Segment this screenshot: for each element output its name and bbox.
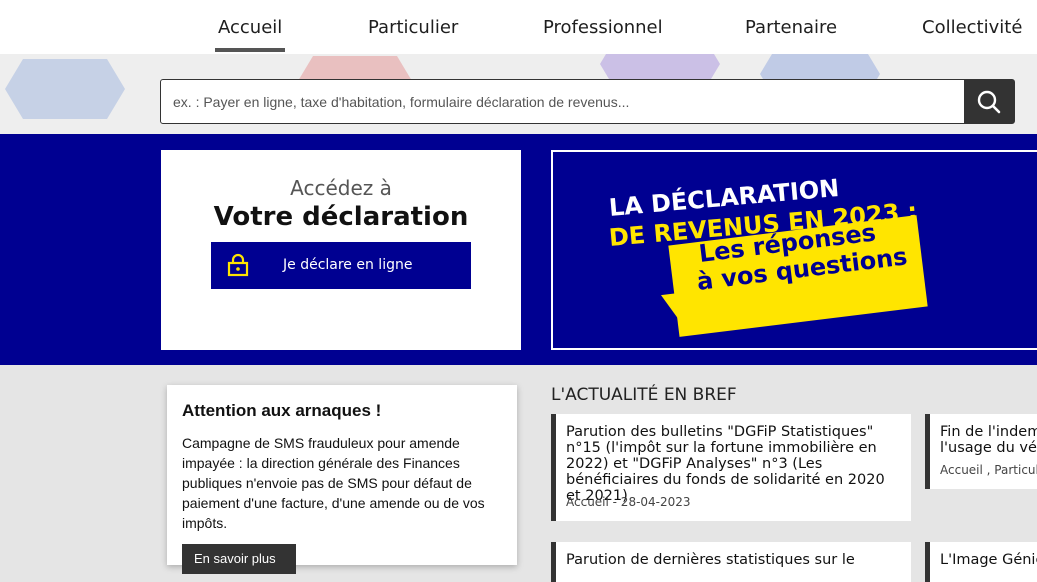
- nav-item-particulier[interactable]: Particulier: [368, 17, 458, 38]
- main-nav: Accueil Particulier Professionnel Parten…: [0, 0, 1037, 54]
- declaration-title: Votre déclaration: [213, 202, 469, 232]
- news-card[interactable]: L'Image Génie: [925, 542, 1037, 582]
- news-title: L'Image Génie: [940, 552, 1037, 568]
- news-card[interactable]: Parution des bulletins "DGFiP Statistiqu…: [551, 414, 911, 521]
- declaration-banner[interactable]: LA DÉCLARATION DE REVENUS EN 2023 : Les …: [551, 150, 1037, 350]
- decorative-shape: [5, 59, 125, 119]
- news-meta: Accueil , Particulier: [940, 463, 1037, 477]
- scam-alert-card: Attention aux arnaques ! Campagne de SMS…: [167, 385, 517, 574]
- news-title: Parution des bulletins "DGFiP Statistiqu…: [566, 424, 885, 504]
- news-card[interactable]: Parution de dernières statistiques sur l…: [551, 542, 911, 582]
- search-button[interactable]: [964, 80, 1014, 123]
- declare-online-label: Je déclare en ligne: [283, 257, 413, 273]
- learn-more-button[interactable]: En savoir plus: [182, 544, 296, 574]
- alert-title: Attention aux arnaques !: [182, 401, 382, 420]
- news-card[interactable]: Fin de l'indemnisation l'usage du véhicu…: [925, 414, 1037, 489]
- search-bar: [160, 79, 1015, 124]
- lock-icon: [227, 253, 249, 277]
- nav-item-accueil[interactable]: Accueil: [214, 17, 286, 52]
- news-heading: L'ACTUALITÉ EN BREF: [551, 385, 737, 405]
- declaration-card: Accédez à Votre déclaration Je déclare e…: [161, 150, 521, 350]
- alert-body: Campagne de SMS frauduleux pour amende i…: [182, 435, 485, 531]
- news-title: Parution de dernières statistiques sur l…: [566, 552, 855, 568]
- nav-item-professionnel[interactable]: Professionnel: [543, 17, 663, 38]
- declaration-subtitle: Accédez à: [290, 176, 392, 200]
- news-meta: Accueil - 28-04-2023: [566, 495, 691, 509]
- search-icon: [977, 90, 1001, 113]
- search-input[interactable]: [161, 80, 965, 123]
- news-title: Fin de l'indemnisation l'usage du véhicu…: [940, 424, 1037, 456]
- nav-item-partenaire[interactable]: Partenaire: [745, 17, 837, 38]
- declare-online-button[interactable]: Je déclare en ligne: [211, 242, 471, 289]
- nav-item-collectivite[interactable]: Collectivité: [922, 17, 1022, 38]
